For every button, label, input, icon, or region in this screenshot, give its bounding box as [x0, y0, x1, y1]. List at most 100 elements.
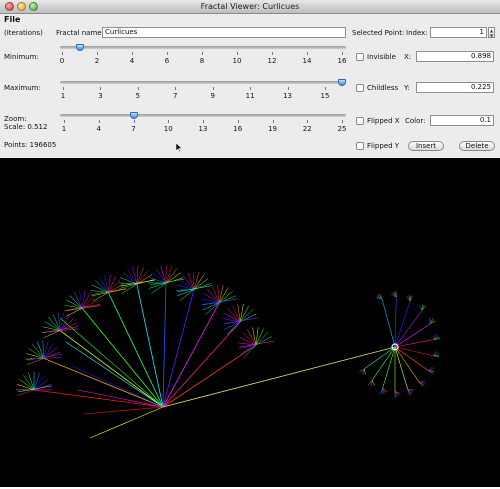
fractal-line	[84, 407, 163, 414]
slider-tick	[203, 120, 204, 123]
slider-tick	[213, 87, 214, 90]
fractal-line	[166, 273, 181, 283]
slider-tick	[63, 87, 64, 90]
x-label: X:	[404, 53, 411, 61]
minimum-slider-track[interactable]	[60, 46, 346, 49]
menu-file[interactable]: File	[4, 15, 20, 24]
invisible-checkbox[interactable]	[356, 53, 364, 61]
fractal-line	[183, 275, 194, 289]
fractal-line	[137, 284, 163, 407]
fractal-line	[206, 303, 220, 315]
slider-tick-label: 9	[210, 92, 214, 100]
fractal-line	[395, 301, 410, 347]
slider-tick-label: 0	[60, 57, 64, 65]
slider-tick	[167, 52, 168, 55]
fractal-line	[204, 294, 219, 303]
slider-tick-label: 10	[164, 125, 173, 133]
slider-tick	[202, 52, 203, 55]
maximum-slider-track[interactable]	[60, 81, 346, 84]
index-input[interactable]: 1	[430, 27, 487, 38]
fractal-line	[29, 348, 44, 358]
slider-tick	[138, 87, 139, 90]
fractal-line	[132, 267, 136, 284]
zoom-slider-thumb[interactable]	[130, 112, 138, 119]
fractal-line	[395, 297, 396, 347]
slider-tick	[99, 120, 100, 123]
index-stepper[interactable]: ▲▼	[488, 27, 495, 38]
zoom-slider-track[interactable]	[60, 114, 346, 117]
fractal-line	[58, 313, 60, 331]
fractal-line	[194, 272, 199, 289]
fractal-line	[44, 358, 163, 407]
slider-tick	[273, 120, 274, 123]
maximum-label: Maximum:	[4, 84, 41, 92]
slider-tick-label: 4	[130, 57, 134, 65]
slider-tick	[307, 52, 308, 55]
slider-tick	[62, 52, 63, 55]
y-input[interactable]: 0.225	[416, 82, 494, 93]
maximum-slider-thumb[interactable]	[338, 79, 346, 86]
fractal-line	[395, 347, 419, 382]
fractal-name-input[interactable]: Curlicues	[102, 27, 346, 38]
color-input[interactable]: 0.1	[430, 115, 494, 126]
fractal-line	[17, 384, 34, 390]
mouse-cursor-icon	[176, 143, 182, 152]
slider-tick-label: 11	[246, 92, 255, 100]
slider-tick	[238, 120, 239, 123]
slider-tick-label: 15	[321, 92, 330, 100]
fractal-line	[156, 268, 166, 283]
fractal-line	[203, 299, 237, 305]
slider-tick-label: 13	[283, 92, 292, 100]
fractal-line	[364, 369, 365, 375]
fractal-line	[395, 347, 408, 389]
x-input[interactable]: 0.898	[416, 51, 494, 62]
control-panel: (Iterations) Fractal name: Curlicues Min…	[0, 26, 500, 158]
childless-label: Childless	[367, 84, 398, 92]
flipped-x-checkbox[interactable]	[356, 117, 364, 125]
fractal-line	[382, 299, 395, 347]
fractal-line	[429, 318, 430, 324]
fractal-line	[34, 379, 49, 390]
delete-button[interactable]: Delete	[459, 141, 495, 151]
flipped-y-label: Flipped Y	[367, 142, 399, 150]
slider-tick-label: 5	[136, 92, 140, 100]
childless-checkbox[interactable]	[356, 84, 364, 92]
fractal-line	[395, 311, 422, 347]
fractal-line	[188, 273, 194, 290]
fractal-line	[23, 375, 34, 390]
slider-tick	[132, 52, 133, 55]
minimum-slider-thumb[interactable]	[76, 44, 84, 51]
fractal-line	[53, 314, 60, 330]
fractal-line	[45, 322, 61, 331]
iterations-label: (Iterations)	[4, 29, 43, 37]
slider-tick-label: 6	[165, 57, 169, 65]
index-label: Index:	[406, 29, 428, 37]
flipped-y-checkbox[interactable]	[356, 142, 364, 150]
slider-tick	[325, 87, 326, 90]
slider-tick-label: 7	[131, 125, 135, 133]
slider-tick-label: 1	[62, 125, 66, 133]
fractal-line	[26, 354, 43, 359]
slider-tick	[237, 52, 238, 55]
slider-tick-label: 22	[303, 125, 312, 133]
slider-tick	[134, 120, 135, 123]
fractal-line	[166, 266, 172, 283]
fractal-line	[44, 331, 60, 338]
fractal-line	[383, 347, 395, 388]
slider-tick-label: 12	[268, 57, 277, 65]
fractal-line	[207, 289, 219, 303]
slider-tick	[97, 52, 98, 55]
fractal-line	[179, 280, 194, 290]
fractal-line	[60, 318, 163, 407]
fractal-line	[163, 283, 166, 407]
slider-tick-label: 10	[233, 57, 242, 65]
fractal-line	[428, 367, 433, 371]
slider-tick-label: 3	[98, 92, 102, 100]
fractal-line	[193, 272, 194, 290]
fractal-canvas[interactable]	[0, 158, 500, 487]
scale-label: Scale: 0.512	[4, 123, 47, 131]
insert-button[interactable]: Insert	[408, 141, 444, 151]
slider-tick	[307, 120, 308, 123]
fractal-render[interactable]	[0, 158, 500, 487]
slider-tick	[342, 52, 343, 55]
